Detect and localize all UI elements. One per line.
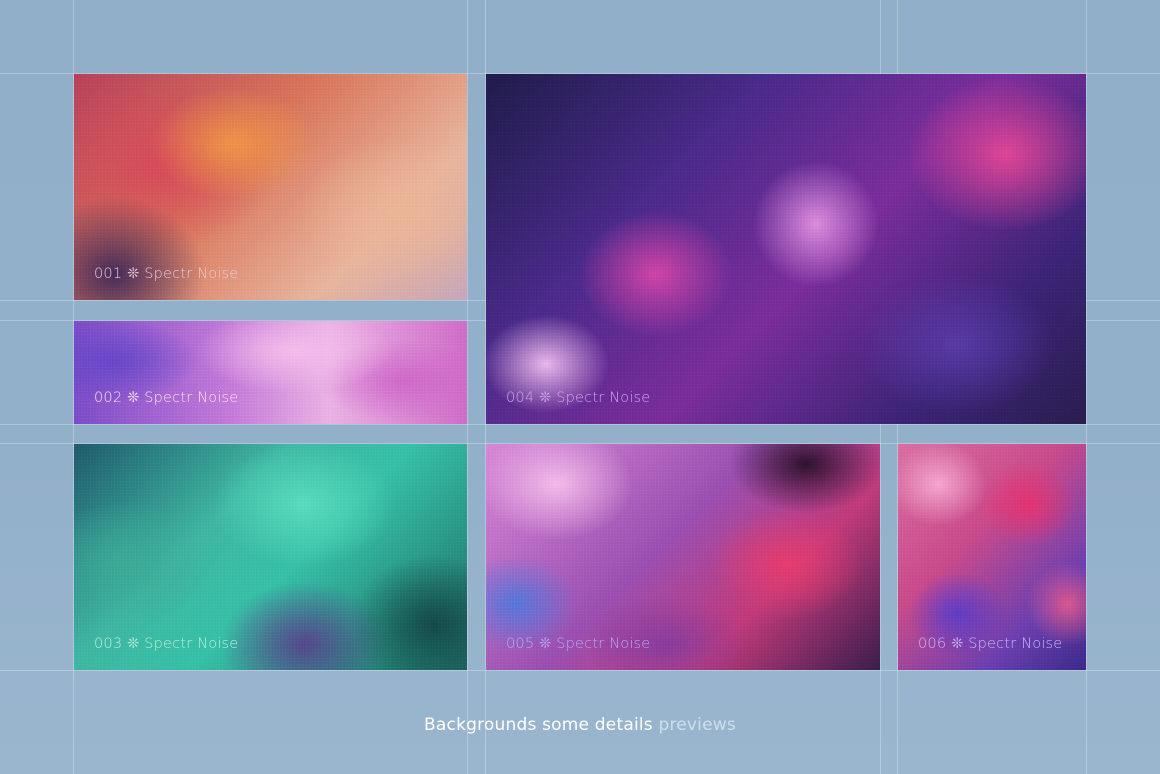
preview-label: 005 ❊ Spectr Noise: [506, 636, 651, 652]
background-preview-001: 001 ❊ Spectr Noise: [74, 74, 467, 300]
background-preview-002: 002 ❊ Spectr Noise: [74, 321, 467, 424]
preview-label: 001 ❊ Spectr Noise: [94, 266, 239, 282]
caption: Backgrounds some details previews: [0, 715, 1160, 735]
guide-line-horizontal: [0, 424, 1160, 425]
guide-line-vertical: [1086, 0, 1087, 774]
caption-main: Backgrounds some details: [424, 715, 653, 735]
guide-line-vertical: [467, 0, 468, 774]
preview-label: 003 ❊ Spectr Noise: [94, 636, 239, 652]
background-preview-003: 003 ❊ Spectr Noise: [74, 444, 467, 670]
preview-label: 004 ❊ Spectr Noise: [506, 390, 651, 406]
guide-line-horizontal: [0, 670, 1160, 671]
caption-muted: previews: [658, 715, 736, 735]
background-preview-005: 005 ❊ Spectr Noise: [486, 444, 880, 670]
preview-label: 002 ❊ Spectr Noise: [94, 390, 239, 406]
preview-label: 006 ❊ Spectr Noise: [918, 636, 1063, 652]
background-preview-004: 004 ❊ Spectr Noise: [486, 74, 1086, 424]
background-preview-006: 006 ❊ Spectr Noise: [898, 444, 1086, 670]
